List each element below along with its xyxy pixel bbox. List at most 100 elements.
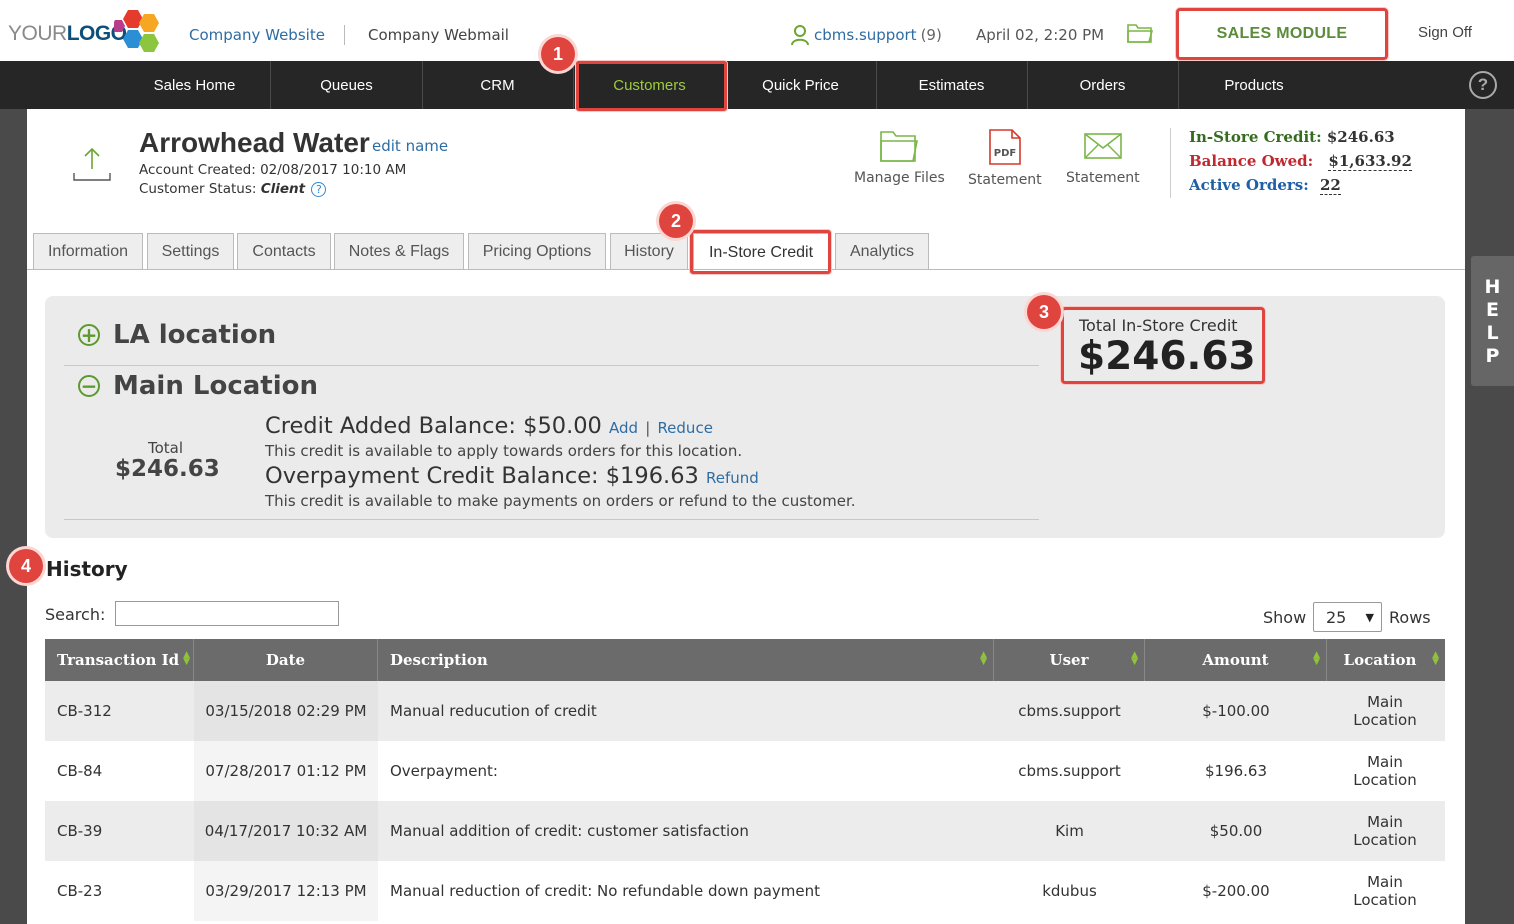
history-search-input[interactable]	[115, 601, 339, 626]
add-credit-link[interactable]: Add	[609, 419, 638, 437]
nav-products[interactable]: Products	[1178, 61, 1330, 109]
folder-icon[interactable]	[1127, 22, 1153, 44]
credit-added-description: This credit is available to apply toward…	[265, 442, 743, 460]
total-in-store-credit-label: Total In-Store Credit	[1079, 316, 1238, 335]
cell-description: Manual addition of credit: customer sati…	[390, 822, 749, 840]
table-row[interactable]: CB-312 03/15/2018 02:29 PM Manual reducu…	[45, 681, 1445, 741]
sales-module-button[interactable]: SALES MODULE	[1176, 8, 1388, 60]
tab-in-store-credit[interactable]: In-Store Credit	[693, 233, 829, 271]
sort-arrows-icon: ▲ ▼	[980, 650, 987, 667]
company-logo[interactable]: YOURLOGO	[8, 8, 159, 58]
rows-per-page-select[interactable]: 25 ▼	[1313, 602, 1382, 632]
total-in-store-credit-value: $246.63	[1078, 334, 1256, 379]
cell-user: kdubus	[1042, 882, 1097, 900]
col-date[interactable]: Date	[194, 639, 378, 681]
tab-settings[interactable]: Settings	[147, 233, 234, 270]
credit-panel: + LA location − Main Location Total $246…	[45, 296, 1445, 538]
col-description[interactable]: Description ▲ ▼	[378, 639, 994, 681]
minus-circle-icon[interactable]: −	[78, 375, 100, 397]
cell-user: Kim	[1055, 822, 1084, 840]
location-main-label: Main Location	[113, 371, 318, 401]
tab-pricing-options[interactable]: Pricing Options	[468, 233, 606, 270]
statement-email-label: Statement	[1066, 170, 1140, 186]
company-webmail-link[interactable]: Company Webmail	[368, 26, 509, 44]
sign-off-link[interactable]: Sign Off	[1418, 24, 1472, 41]
header-divider	[1170, 128, 1171, 198]
tab-information[interactable]: Information	[33, 233, 143, 270]
stat-value[interactable]: $1,633.92	[1328, 152, 1412, 171]
plus-circle-icon[interactable]: +	[78, 324, 100, 346]
account-created: Account Created: 02/08/2017 10:10 AM	[139, 162, 407, 178]
callout-badge-4: 4	[9, 549, 43, 583]
col-user[interactable]: User ▲ ▼	[994, 639, 1145, 681]
help-letter: H	[1484, 275, 1501, 298]
reduce-credit-link[interactable]: Reduce	[657, 419, 712, 437]
folder-icon	[880, 131, 919, 162]
cell-location: Main Location	[1353, 873, 1417, 909]
location-la[interactable]: + LA location	[78, 320, 276, 350]
cell-amount: $-100.00	[1202, 702, 1270, 720]
col-amount[interactable]: Amount ▲ ▼	[1145, 639, 1327, 681]
stat-in-store-credit: In-Store Credit: $246.63	[1189, 128, 1395, 146]
cell-location: Main Location	[1353, 693, 1417, 729]
chevron-down-icon: ▼	[1365, 611, 1374, 624]
column-label: Location	[1343, 651, 1417, 669]
nav-customers[interactable]: Customers	[574, 61, 726, 109]
help-letter: P	[1485, 344, 1500, 367]
statement-email-button[interactable]: Statement	[1066, 128, 1140, 186]
location-main[interactable]: − Main Location	[78, 371, 318, 401]
nav-sales-home[interactable]: Sales Home	[119, 61, 271, 109]
manage-files-button[interactable]: Manage Files	[854, 128, 945, 186]
credit-added-text: Credit Added Balance: $50.00	[265, 413, 602, 439]
nav-orders[interactable]: Orders	[1027, 61, 1179, 109]
statement-pdf-label: Statement	[968, 172, 1042, 188]
company-website-link[interactable]: Company Website	[189, 26, 325, 44]
tab-analytics[interactable]: Analytics	[835, 233, 929, 270]
stat-label: In-Store Credit:	[1189, 128, 1322, 146]
cell-amount: $50.00	[1209, 822, 1263, 840]
tab-notes-flags[interactable]: Notes & Flags	[334, 233, 464, 270]
overpayment-description: This credit is available to make payment…	[265, 492, 856, 510]
cell-location: Main Location	[1353, 813, 1417, 849]
stat-label: Balance Owed:	[1189, 152, 1314, 170]
col-location[interactable]: Location ▲ ▼	[1327, 639, 1445, 681]
stat-value[interactable]: 22	[1320, 176, 1341, 195]
nav-quick-price[interactable]: Quick Price	[725, 61, 877, 109]
nav-queues[interactable]: Queues	[271, 61, 423, 109]
status-help-icon[interactable]: ?	[311, 181, 327, 197]
tab-history[interactable]: History	[610, 233, 688, 270]
overpayment-balance: Overpayment Credit Balance: $196.63 Refu…	[265, 463, 759, 489]
history-title: History	[46, 557, 128, 581]
refund-link[interactable]: Refund	[706, 469, 759, 487]
table-row[interactable]: CB-84 07/28/2017 01:12 PM Overpayment: c…	[45, 741, 1445, 801]
sort-arrows-icon: ▲ ▼	[183, 650, 190, 667]
link-separator: |	[645, 419, 651, 437]
callout-badge-2: 2	[659, 204, 693, 238]
upload-icon[interactable]	[72, 145, 112, 183]
location-total-value: $246.63	[115, 456, 220, 482]
nav-estimates[interactable]: Estimates	[876, 61, 1028, 109]
table-row[interactable]: CB-39 04/17/2017 10:32 AM Manual additio…	[45, 801, 1445, 861]
tab-contacts[interactable]: Contacts	[237, 233, 331, 270]
table-row[interactable]: CB-23 03/29/2017 12:13 PM Manual reducti…	[45, 861, 1445, 921]
cell-user: cbms.support	[1018, 702, 1121, 720]
top-bar: YOURLOGO Company Website Company Webmail…	[0, 0, 1514, 61]
left-gutter	[0, 109, 27, 924]
main-nav: Sales Home Queues CRM Customers Quick Pr…	[0, 61, 1514, 109]
cell-date: 03/29/2017 12:13 PM	[194, 861, 378, 921]
column-label: Transaction Id	[57, 651, 180, 669]
right-gutter	[1465, 109, 1514, 924]
current-user[interactable]: cbms.support (9)	[790, 24, 942, 46]
col-transaction-id[interactable]: Transaction Id ▲ ▼	[45, 639, 194, 681]
show-label: Show	[1263, 608, 1307, 627]
top-separator	[344, 25, 345, 45]
cell-transaction-id: CB-312	[57, 702, 112, 720]
edit-name-link[interactable]: edit name	[372, 137, 448, 155]
cell-user: cbms.support	[1018, 762, 1121, 780]
help-question-icon[interactable]: ?	[1469, 71, 1497, 99]
help-side-tab[interactable]: H E L P	[1471, 256, 1514, 386]
statement-pdf-button[interactable]: PDF Statement	[968, 128, 1042, 188]
cell-description: Overpayment:	[390, 762, 498, 780]
customer-status: Customer Status: Client ?	[139, 181, 327, 197]
panel-divider	[64, 519, 1039, 520]
